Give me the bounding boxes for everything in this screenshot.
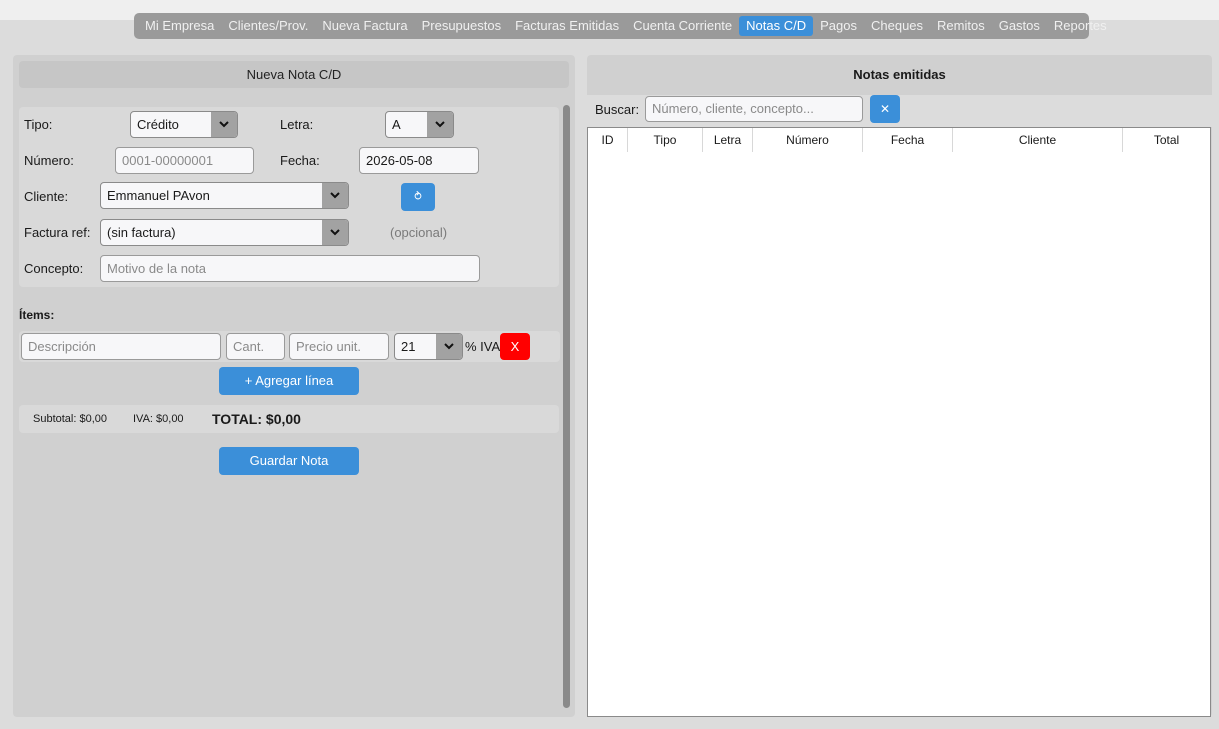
item-iva-select[interactable]: 21 xyxy=(394,333,463,360)
table-header: ID Tipo Letra Número Fecha Cliente Total xyxy=(588,128,1210,152)
factura-ref-hint: (opcional) xyxy=(390,225,448,240)
chevron-down-icon xyxy=(436,334,462,359)
col-header-fecha[interactable]: Fecha xyxy=(863,128,953,152)
letra-label: Letra: xyxy=(280,117,314,132)
fecha-label: Fecha: xyxy=(280,153,320,168)
col-header-total[interactable]: Total xyxy=(1123,128,1210,152)
item-line: Descripción Cant. Precio unit. 21 % IVA … xyxy=(19,331,560,362)
notes-list-panel: Notas emitidas Buscar: Número, cliente, … xyxy=(587,55,1212,717)
concepto-label: Concepto: xyxy=(24,261,84,276)
tab-facturas-emitidas[interactable]: Facturas Emitidas xyxy=(508,16,626,36)
close-icon: ✕ xyxy=(879,102,891,116)
tab-gastos[interactable]: Gastos xyxy=(992,16,1047,36)
factura-ref-select-value: (sin factura) xyxy=(107,225,176,240)
note-form: Tipo: Crédito Letra: A Número: 0001-0000… xyxy=(19,107,559,287)
tab-reportes[interactable]: Reportes xyxy=(1047,16,1114,36)
factura-ref-label: Factura ref: xyxy=(24,225,91,240)
list-title: Notas emitidas xyxy=(853,67,946,82)
tipo-select-value: Crédito xyxy=(137,117,179,132)
panel-title: Nueva Nota C/D xyxy=(19,61,569,88)
item-iva-value: 21 xyxy=(401,339,416,354)
tab-notas-cd[interactable]: Notas C/D xyxy=(739,16,814,36)
grand-total-text: TOTAL: $0,00 xyxy=(212,411,301,427)
tab-clientes-prov[interactable]: Clientes/Prov. xyxy=(221,16,315,36)
letra-select[interactable]: A xyxy=(385,111,454,138)
iva-total-text: IVA: $0,00 xyxy=(133,413,184,425)
items-label: Ítems: xyxy=(19,308,55,322)
fecha-input[interactable]: 2026-05-08 xyxy=(359,147,479,174)
factura-ref-select[interactable]: (sin factura) xyxy=(100,219,349,246)
tab-nueva-factura[interactable]: Nueva Factura xyxy=(315,16,414,36)
clear-search-button[interactable]: ✕ xyxy=(870,95,900,123)
add-line-button[interactable]: + Agregar línea xyxy=(219,367,359,395)
tab-cuenta-corriente[interactable]: Cuenta Corriente xyxy=(626,16,739,36)
refresh-clients-button[interactable]: ⥁ xyxy=(401,183,435,211)
cliente-select[interactable]: Emmanuel PAvon xyxy=(100,182,349,209)
col-header-cliente[interactable]: Cliente xyxy=(953,128,1123,152)
chevron-down-icon xyxy=(322,183,348,208)
chevron-down-icon xyxy=(322,220,348,245)
search-bar: Buscar: Número, cliente, concepto... ✕ xyxy=(587,95,1212,127)
col-header-tipo[interactable]: Tipo xyxy=(628,128,703,152)
tab-presupuestos[interactable]: Presupuestos xyxy=(415,16,509,36)
remove-item-button[interactable]: X xyxy=(500,333,530,360)
save-note-button[interactable]: Guardar Nota xyxy=(219,447,359,475)
col-header-numero[interactable]: Número xyxy=(753,128,863,152)
search-input[interactable]: Número, cliente, concepto... xyxy=(645,96,863,122)
letra-select-value: A xyxy=(392,117,401,132)
item-cantidad-input[interactable]: Cant. xyxy=(226,333,285,360)
main-nav: Mi Empresa Clientes/Prov. Nueva Factura … xyxy=(134,13,1107,39)
tab-cheques[interactable]: Cheques xyxy=(864,16,930,36)
refresh-icon: ⥁ xyxy=(414,191,422,203)
iva-suffix: % IVA xyxy=(465,339,501,354)
chevron-down-icon xyxy=(211,112,237,137)
item-descripcion-input[interactable]: Descripción xyxy=(21,333,221,360)
totals-bar: Subtotal: $0,00 IVA: $0,00 TOTAL: $0,00 xyxy=(19,405,559,433)
chevron-down-icon xyxy=(427,112,453,137)
tab-pagos[interactable]: Pagos xyxy=(813,16,864,36)
cliente-select-value: Emmanuel PAvon xyxy=(107,188,210,203)
tab-mi-empresa[interactable]: Mi Empresa xyxy=(138,16,221,36)
cliente-label: Cliente: xyxy=(24,189,69,204)
new-note-panel: Nueva Nota C/D Tipo: Crédito Letra: A Nú… xyxy=(13,55,575,717)
scrollbar[interactable] xyxy=(563,105,570,708)
concepto-input[interactable]: Motivo de la nota xyxy=(100,255,480,282)
numero-label: Número: xyxy=(24,153,74,168)
numero-input[interactable]: 0001-00000001 xyxy=(115,147,254,174)
subtotal-text: Subtotal: $0,00 xyxy=(33,413,108,425)
col-header-id[interactable]: ID xyxy=(588,128,628,152)
tipo-label: Tipo: xyxy=(24,117,53,132)
item-precio-input[interactable]: Precio unit. xyxy=(289,333,389,360)
tab-remitos[interactable]: Remitos xyxy=(930,16,992,36)
notes-table: ID Tipo Letra Número Fecha Cliente Total xyxy=(587,127,1211,717)
col-header-letra[interactable]: Letra xyxy=(703,128,753,152)
search-label: Buscar: xyxy=(595,102,640,117)
tipo-select[interactable]: Crédito xyxy=(130,111,238,138)
